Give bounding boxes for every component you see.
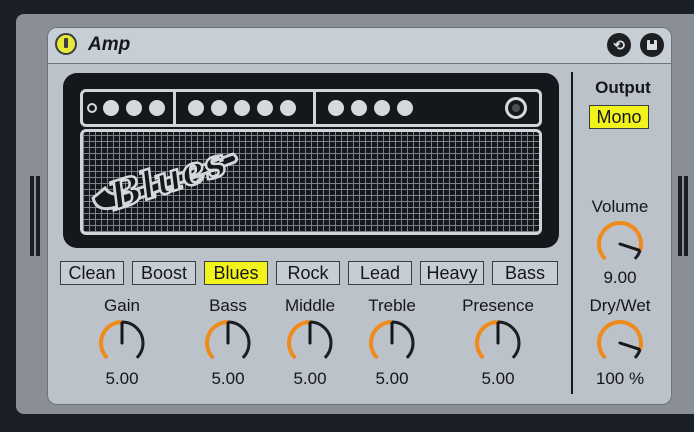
output-mono-button[interactable]: Mono — [589, 105, 649, 129]
amp-dot — [374, 100, 390, 116]
presence-knob[interactable] — [471, 316, 525, 370]
preset-heavy-button[interactable]: Heavy — [420, 261, 484, 285]
device-title: Amp — [88, 34, 131, 55]
preset-blues-button[interactable]: Blues — [204, 261, 268, 285]
bass-label: Bass — [209, 296, 247, 315]
volume-value: 9.00 — [603, 268, 637, 287]
amp-badge-text: Blues — [103, 140, 232, 219]
amp-device-panel: Amp ⟲ Blues Clean Boost Blues Rock Lead … — [47, 27, 672, 405]
right-resize-handle[interactable] — [678, 176, 682, 256]
amp-dot — [126, 100, 142, 116]
amp-dot — [351, 100, 367, 116]
input-jack-icon — [87, 103, 97, 113]
preset-bass-button[interactable]: Bass — [492, 261, 558, 285]
save-preset-icon[interactable] — [640, 33, 664, 57]
amp-illustration: Blues — [63, 73, 559, 248]
amp-dot — [149, 100, 165, 116]
treble-knob[interactable] — [365, 316, 419, 370]
preset-rock-button[interactable]: Rock — [276, 261, 340, 285]
amp-dot — [211, 100, 227, 116]
middle-value: 5.00 — [293, 369, 327, 388]
treble-value: 5.00 — [375, 369, 409, 388]
amp-dot — [188, 100, 204, 116]
amp-dot — [103, 100, 119, 116]
preset-boost-button[interactable]: Boost — [132, 261, 196, 285]
volume-label: Volume — [591, 197, 649, 216]
middle-knob[interactable] — [283, 316, 337, 370]
amp-power-lamp-icon — [505, 97, 527, 119]
preset-lead-button[interactable]: Lead — [348, 261, 412, 285]
amp-dot — [328, 100, 344, 116]
amp-divider — [173, 92, 176, 124]
volume-knob[interactable] — [593, 217, 647, 271]
amp-control-panel — [80, 89, 542, 127]
left-resize-handle[interactable] — [30, 176, 34, 256]
bass-knob[interactable] — [201, 316, 255, 370]
device-title-bar[interactable]: Amp ⟲ — [48, 28, 671, 64]
hot-swap-icon[interactable]: ⟲ — [607, 33, 631, 57]
power-icon[interactable] — [55, 33, 77, 55]
amp-divider — [313, 92, 316, 124]
gain-value: 5.00 — [105, 369, 139, 388]
section-divider — [571, 72, 573, 394]
gain-label: Gain — [104, 296, 140, 315]
gain-knob[interactable] — [95, 316, 149, 370]
treble-label: Treble — [368, 296, 416, 315]
amp-dot — [257, 100, 273, 116]
dry-wet-knob[interactable] — [593, 316, 647, 370]
preset-clean-button[interactable]: Clean — [60, 261, 124, 285]
amp-dot — [234, 100, 250, 116]
left-resize-handle-2[interactable] — [36, 176, 40, 256]
dry-wet-label: Dry/Wet — [589, 296, 651, 315]
output-label: Output — [595, 78, 651, 97]
amp-dot — [397, 100, 413, 116]
right-resize-handle-2[interactable] — [684, 176, 688, 256]
bass-value: 5.00 — [211, 369, 245, 388]
amp-logo-badge: Blues — [91, 140, 239, 220]
presence-value: 5.00 — [481, 369, 515, 388]
dry-wet-value: 100 % — [595, 369, 645, 388]
amp-dot — [280, 100, 296, 116]
speaker-grill: Blues — [80, 129, 542, 235]
presence-label: Presence — [462, 296, 534, 315]
middle-label: Middle — [284, 296, 336, 315]
